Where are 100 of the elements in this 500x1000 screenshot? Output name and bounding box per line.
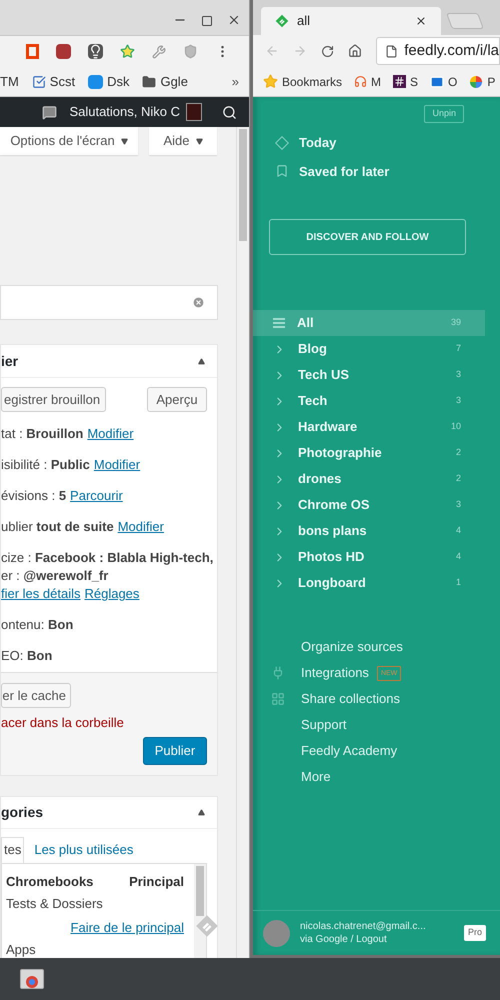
feed-row[interactable]: Tech US 3 <box>253 362 485 388</box>
bookmark-link[interactable]: Ggle <box>160 72 188 92</box>
shield-icon[interactable] <box>183 44 198 59</box>
wrench-icon[interactable] <box>152 44 166 58</box>
nav-link[interactable]: Saved for later <box>299 162 390 181</box>
category-tab[interactable]: Les plus utilisées <box>32 836 136 862</box>
edit-link[interactable]: Modifier <box>87 425 134 442</box>
edit-link[interactable]: Modifier <box>94 456 140 473</box>
more-bookmarks-button[interactable]: » <box>232 72 239 92</box>
bookmark-link[interactable]: P <box>487 72 496 90</box>
trash-link[interactable]: acer dans la corbeille <box>1 713 124 732</box>
status-text: isibilité : Public <box>1 456 90 473</box>
folder-icon <box>142 74 156 88</box>
account-link[interactable]: via Google / Logout <box>300 933 426 946</box>
make-primary-link[interactable]: Faire de le principal <box>70 918 184 937</box>
bookmark-icon <box>275 164 289 178</box>
category-item[interactable]: Apps <box>6 940 36 958</box>
avatar-icon[interactable] <box>186 103 202 121</box>
menu-link[interactable]: More <box>301 767 331 787</box>
unread-count: 4 <box>456 550 461 564</box>
edit-link[interactable]: Parcourir <box>70 487 123 504</box>
address-field[interactable]: feedly.com/i/la <box>376 37 500 65</box>
panel-title: gories <box>1 802 44 822</box>
user-email: nicolas.chatrenet@gmail.c... <box>300 920 426 933</box>
new-tab-button[interactable] <box>446 13 484 29</box>
category-item[interactable]: Chromebooks <box>6 872 94 891</box>
collapse-icon[interactable] <box>198 358 205 364</box>
feed-label: drones <box>298 470 342 488</box>
edit-link[interactable]: Réglages <box>84 585 140 602</box>
preview-button[interactable]: Aperçu <box>147 387 207 412</box>
edit-link[interactable]: fier les détails <box>1 585 80 602</box>
save-draft-button[interactable]: egistrer brouillon <box>1 387 106 412</box>
share-icon <box>271 692 285 706</box>
menu-link[interactable]: Support <box>301 715 347 735</box>
bookmark-link[interactable]: Scst <box>50 72 76 92</box>
feed-label: Longboard <box>298 574 366 592</box>
avatar-placeholder <box>263 920 290 946</box>
menu-link[interactable]: Integrations <box>301 663 369 683</box>
status-text: EO: Bon <box>1 647 52 664</box>
scrollbar-thumb[interactable] <box>196 866 204 916</box>
bookmark-link[interactable]: TM <box>0 72 19 92</box>
feed-label: Hardware <box>298 418 358 436</box>
feed-row[interactable]: Photographie 2 <box>253 440 485 466</box>
bookmark-link[interactable]: S <box>410 72 418 90</box>
headphones-icon <box>354 75 368 88</box>
bulb-icon[interactable] <box>88 44 103 59</box>
today-icon <box>275 136 289 150</box>
menu-link[interactable]: Organize sources <box>301 637 403 657</box>
close-icon[interactable] <box>415 15 427 27</box>
bookmark-link[interactable]: O <box>448 72 458 90</box>
feed-row[interactable]: Hardware 10 <box>253 414 485 440</box>
nav-link[interactable]: Today <box>299 133 336 152</box>
bookmark-link[interactable]: Bookmarks <box>282 72 342 90</box>
reload-icon[interactable] <box>321 44 334 58</box>
list-icon <box>273 318 285 328</box>
maximize-icon[interactable] <box>201 15 213 27</box>
comment-icon[interactable] <box>42 104 58 120</box>
feed-row[interactable]: drones 2 <box>253 466 485 492</box>
menu-link[interactable]: Share collections <box>301 689 400 709</box>
feed-label: Tech US <box>298 366 350 384</box>
dropdown-icon <box>196 138 203 144</box>
help-button[interactable]: Aide <box>149 127 217 155</box>
clear-cache-button[interactable]: er le cache <box>1 683 71 708</box>
category-tab[interactable]: tes <box>1 836 24 862</box>
dsm-icon <box>88 74 104 88</box>
search-icon[interactable] <box>222 104 237 120</box>
status-text: tat : Brouillon <box>1 425 84 442</box>
chrome-icon[interactable] <box>20 969 44 989</box>
close-icon[interactable] <box>227 13 241 27</box>
status-text: ublier tout de suite <box>1 518 114 535</box>
category-item[interactable]: Tests & Dossiers <box>6 894 103 914</box>
collapse-icon[interactable] <box>198 808 205 816</box>
feed-row[interactable]: Tech 3 <box>253 388 485 414</box>
unread-count: 3 <box>456 394 461 408</box>
unread-count: 39 <box>450 316 461 330</box>
home-icon[interactable] <box>348 43 362 59</box>
menu-link[interactable]: Feedly Academy <box>301 741 398 761</box>
plug-icon <box>271 666 285 680</box>
office-icon[interactable] <box>26 44 39 59</box>
star-icon[interactable] <box>120 44 135 59</box>
feed-label: Chrome OS <box>298 496 370 514</box>
bookmark-link[interactable]: Dsk <box>107 72 130 92</box>
feed-row[interactable]: Photos HD 4 <box>253 544 485 570</box>
feed-row[interactable]: Longboard 1 <box>253 570 485 596</box>
input-field[interactable] <box>0 285 218 320</box>
feed-row[interactable]: Blog 7 <box>253 336 485 362</box>
scrollbar-thumb[interactable] <box>239 129 247 241</box>
clear-icon[interactable] <box>192 296 205 309</box>
feed-label: Tech <box>298 392 328 410</box>
publish-button[interactable]: Publier <box>143 736 207 764</box>
screen-options-button[interactable]: Options de l'écran <box>0 127 138 155</box>
discover-button[interactable]: DISCOVER AND FOLLOW <box>269 219 466 255</box>
edit-link[interactable]: Modifier <box>118 518 164 535</box>
unread-count: 2 <box>456 446 461 460</box>
unread-count: 1 <box>456 576 461 590</box>
feed-row[interactable]: bons plans 4 <box>253 518 485 544</box>
bookmark-link[interactable]: M <box>371 72 382 90</box>
feed-row[interactable]: Chrome OS 3 <box>253 492 485 518</box>
browser-tab[interactable]: all <box>261 7 441 35</box>
feed-label: Photos HD <box>298 548 364 566</box>
